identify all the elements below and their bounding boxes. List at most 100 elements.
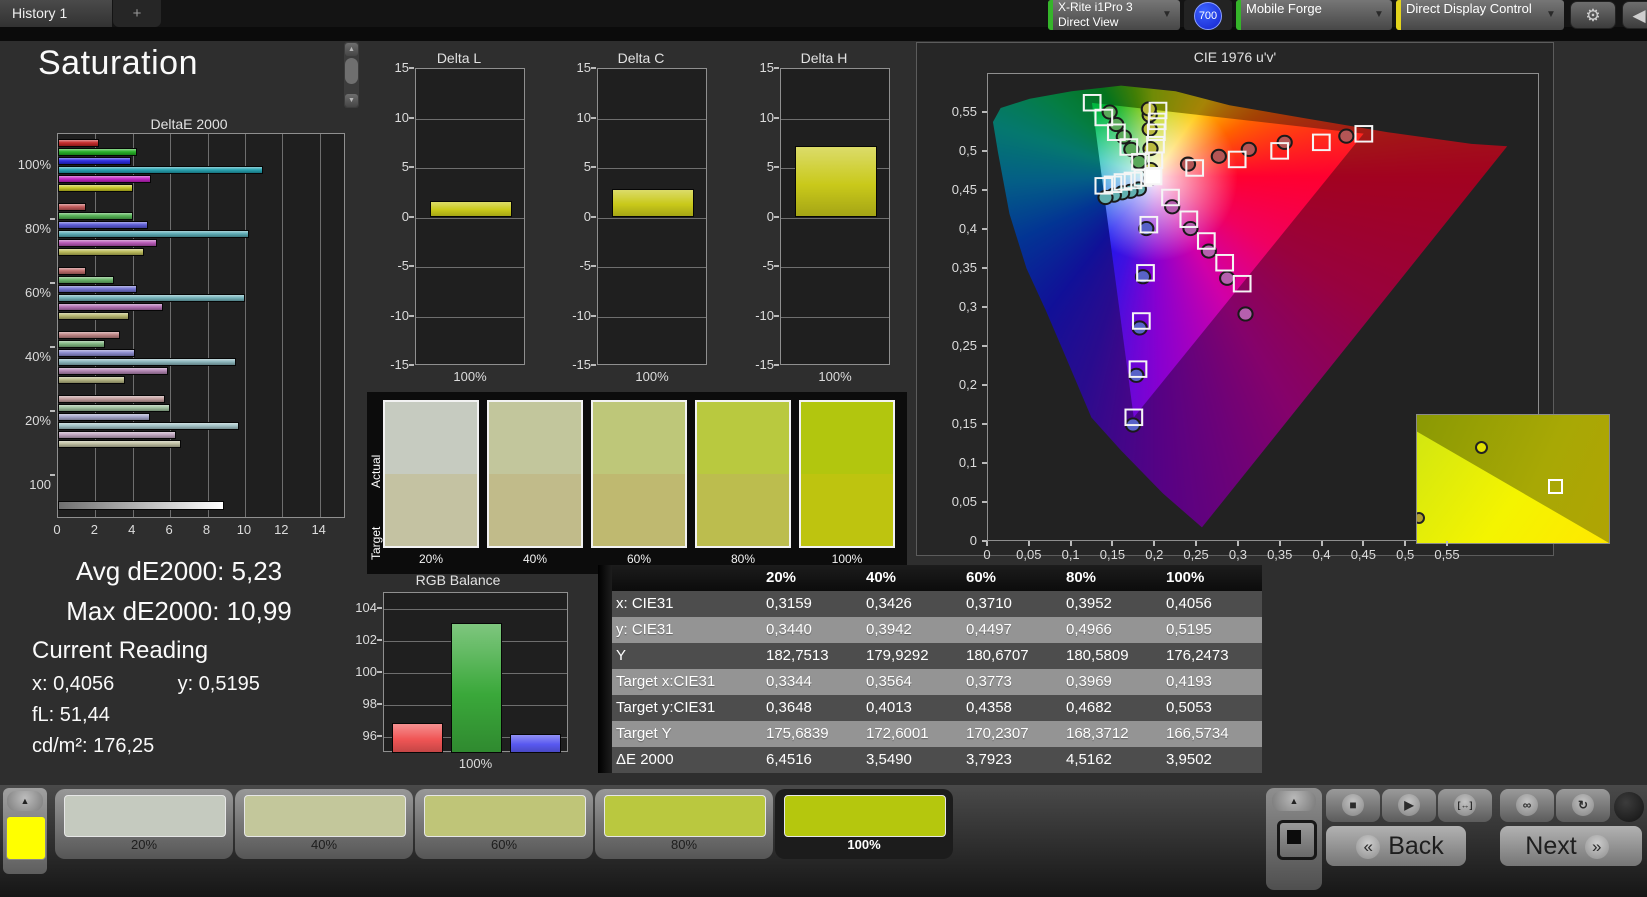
workflow-dropdown[interactable]: Direct Display Control ▼ [1396,0,1564,30]
bar [58,184,133,192]
pattern-source-dropdown[interactable]: Mobile Forge ▼ [1236,0,1392,30]
actual-swatch [593,402,685,474]
table-cell: 0,3773 [962,669,1062,695]
next-button[interactable]: Next» [1500,826,1642,866]
table-cell: 0,3564 [862,669,962,695]
stop-button[interactable]: ■ [1326,789,1380,822]
stop-pattern-button[interactable] [1277,820,1317,860]
axis-tick [774,67,779,69]
axis-tick-label: 104 [355,600,377,615]
collapse-panel-button[interactable]: ◀ [1622,1,1647,29]
gridline [598,267,706,268]
patch-button-40%[interactable]: 40% [235,789,413,859]
axis-tick-label: 0,5 [959,143,977,158]
meter-dropdown[interactable]: X-Rite i1Pro 3 Direct View ▼ [1048,0,1180,30]
scroll-up-icon[interactable]: ▲ [345,43,358,56]
add-tab-button[interactable]: + [113,0,161,27]
settings-button[interactable]: ⚙ [1570,1,1616,29]
refresh-button[interactable]: ↻ [1556,789,1610,822]
gridline [384,609,567,610]
calibration-app-window: History 1 + X-Rite i1Pro 3 Direct View ▼… [0,0,1647,897]
table-cell: 0,4013 [862,695,962,721]
y-axis-labels: 151050-5-10-15 [385,68,411,365]
gridline [781,267,889,268]
axis-tick [50,218,55,220]
target-point [1234,276,1251,292]
inset-gamut-area [1417,415,1609,543]
loop-button[interactable]: ∞ [1500,789,1554,822]
bar [58,212,133,220]
x-axis-label: 100% [780,369,890,384]
bar [58,395,165,403]
axis-tick [774,216,779,218]
expand-up-icon[interactable]: ▲ [1272,791,1316,811]
scrollbar-thumb[interactable] [345,58,358,84]
compare-swatch [591,400,687,548]
y-axis-labels: 151050-5-10-15 [567,68,593,365]
axis-tick-label: 15 [395,60,409,75]
scroll-down-icon[interactable]: ▼ [345,94,358,107]
patch-button-20%[interactable]: 20% [55,789,233,859]
row-label: Target x:CIE31 [612,669,762,695]
table-cell: 180,6707 [962,643,1062,669]
expand-up-icon[interactable]: ▲ [7,791,43,811]
axis-tick-label: 98 [363,696,377,711]
table-cell: 3,9502 [1162,747,1262,773]
axis-tick [1321,541,1323,546]
axis-tick [774,117,779,119]
chevron-down-icon: ▼ [1542,7,1560,23]
step-button[interactable]: [↔] [1438,789,1492,822]
axis-tick [1404,541,1406,546]
axis-tick-label: 0 [402,209,409,224]
bar [58,267,86,275]
axis-tick [377,735,382,737]
gridline [598,317,706,318]
axis-tick [591,67,596,69]
actual-target-swatch-panel: Actual Target 20%40%60%80%100% [367,392,907,574]
patch-button-60%[interactable]: 60% [415,789,593,859]
axis-tick [50,474,55,476]
deltae2000-plot [57,133,345,518]
gridline [320,134,321,517]
axis-tick-label: 80% [25,221,51,236]
table-cell: 172,6001 [862,721,962,747]
table-cell: 0,4497 [962,617,1062,643]
axis-tick-label: -10 [572,308,591,323]
axis-tick-label: 10 [760,110,774,125]
bar [58,331,120,339]
compare-swatch [799,400,895,548]
axis-tick-label: 6 [166,522,173,537]
axis-tick [986,541,988,546]
axis-tick-label: 10 [395,110,409,125]
y-axis-labels: 0,550,50,450,40,350,30,250,20,150,10,050 [923,73,983,541]
axis-tick-label: 20% [25,413,51,428]
rgb-balance-plot [383,592,568,752]
axis-tick-label: 100 [355,664,377,679]
bar [612,189,694,218]
axis-tick-label: 0 [970,533,977,548]
patch-swatch [784,795,946,837]
gridline [133,134,134,517]
patch-button-100%[interactable]: 100% [775,789,953,859]
axis-tick [982,423,987,425]
sync-count-badge[interactable]: 700 [1194,2,1222,30]
vertical-scrollbar[interactable]: ▲ ▼ [344,42,359,108]
axis-tick-label: 2 [91,522,98,537]
patch-button-80%[interactable]: 80% [595,789,773,859]
table-cell: 0,3942 [862,617,962,643]
chevron-down-icon: ▼ [1158,7,1176,23]
patch-swatch [64,795,226,837]
axis-tick [982,228,987,230]
measured-point [1238,307,1252,320]
indicator-circle [1614,792,1644,822]
collapse-left-icon: ◀ [1632,6,1645,25]
measured-point [1183,222,1197,235]
back-button[interactable]: «Back [1326,826,1466,866]
tab-history-1[interactable]: History 1 [0,0,112,27]
gridline [245,134,246,517]
chart-title: RGB Balance [338,572,578,588]
axis-tick [591,216,596,218]
step-icon: [↔] [1454,794,1476,816]
table-cell: 0,4056 [1162,591,1262,617]
play-button[interactable]: ▶ [1382,789,1436,822]
